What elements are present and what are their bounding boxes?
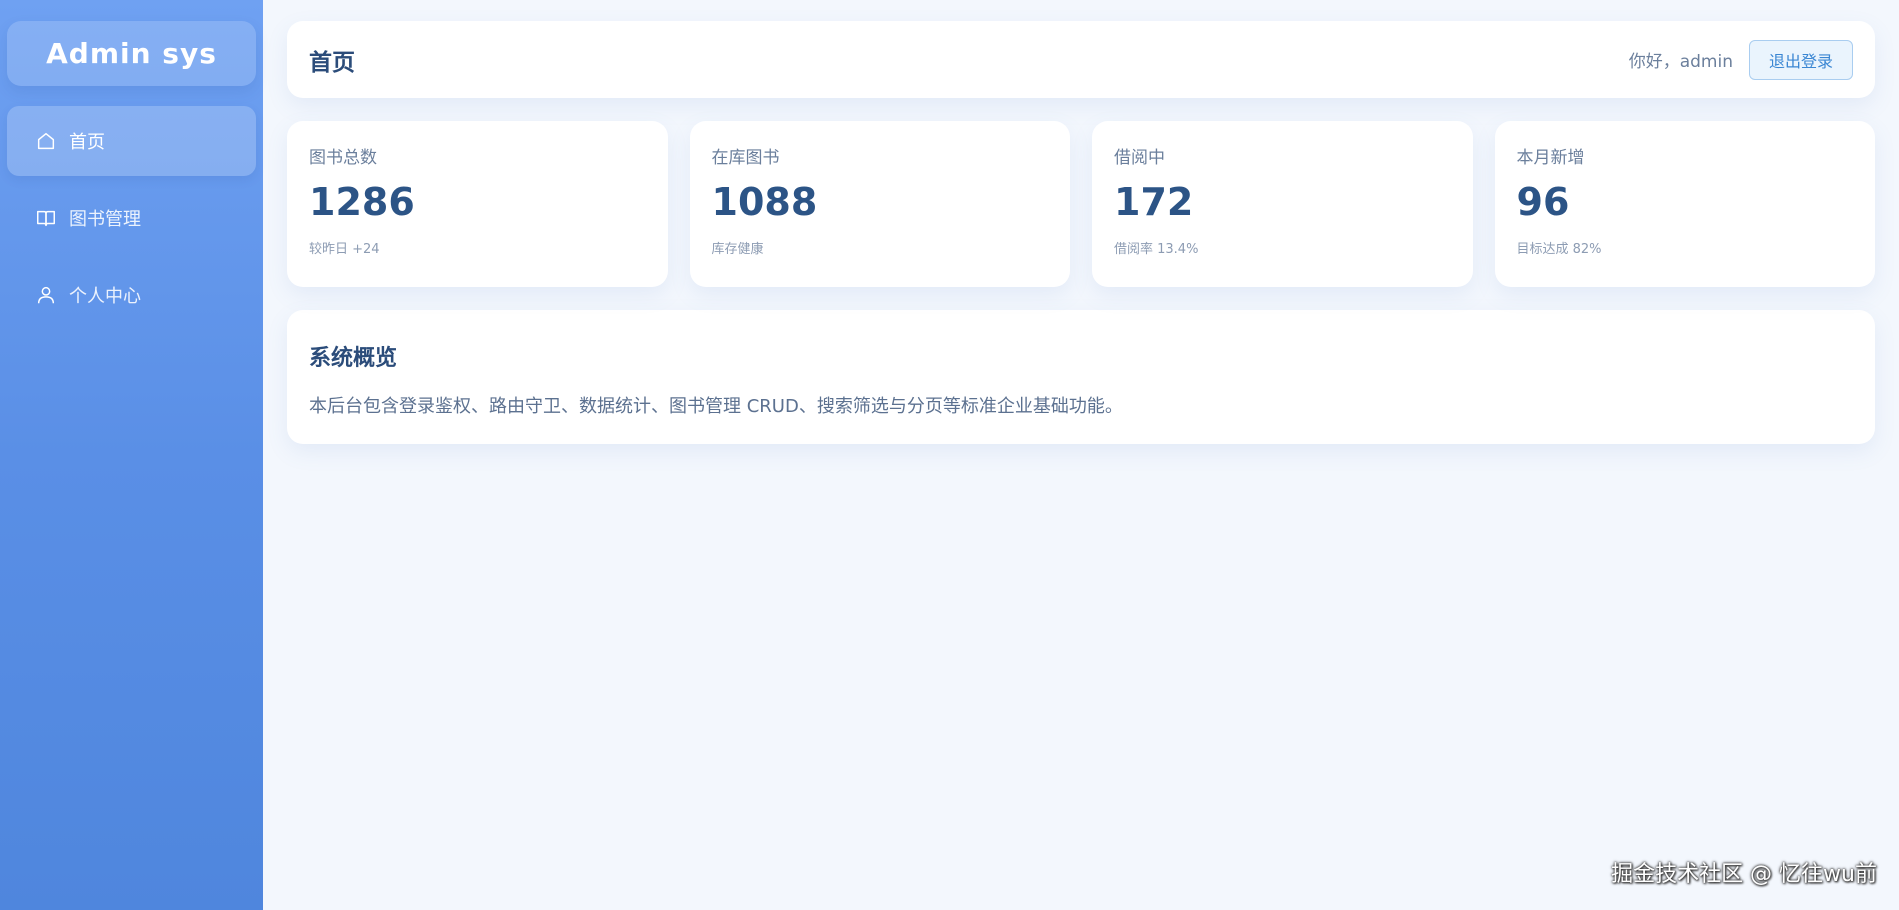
stat-card-borrowed: 借阅中 172 借阅率 13.4% — [1092, 121, 1473, 287]
page-title: 首页 — [309, 49, 355, 76]
user-icon — [35, 284, 57, 306]
stat-label: 本月新增 — [1516, 148, 1585, 168]
stat-note: 库存健康 — [711, 241, 764, 257]
stat-note: 目标达成 82% — [1516, 241, 1602, 257]
stat-card-new-this-month: 本月新增 96 目标达成 82% — [1494, 121, 1875, 287]
stat-card-in-stock: 在库图书 1088 库存健康 — [689, 121, 1070, 287]
sidebar-item-profile[interactable]: 个人中心 — [7, 260, 256, 330]
stat-note: 借阅率 13.4% — [1114, 241, 1199, 257]
sidebar-nav: 首页 图书管理 个人中心 — [7, 106, 256, 330]
sidebar-item-label: 个人中心 — [69, 286, 141, 307]
stat-value: 172 — [1114, 180, 1194, 224]
user-area: 你好，admin 退出登录 — [1628, 39, 1853, 80]
sidebar-item-label: 图书管理 — [69, 209, 141, 230]
user-greeting: 你好，admin — [1628, 52, 1733, 72]
stats-row: 图书总数 1286 较昨日 +24 在库图书 1088 库存健康 借阅中 172… — [287, 121, 1875, 287]
logout-button[interactable]: 退出登录 — [1748, 39, 1853, 80]
sidebar: Admin sys 首页 图书管理 个人中心 — [0, 0, 263, 910]
brand-logo: Admin sys — [7, 21, 256, 86]
sidebar-item-books[interactable]: 图书管理 — [7, 183, 256, 253]
overview-title: 系统概览 — [309, 346, 398, 371]
home-icon — [35, 130, 57, 152]
stat-label: 借阅中 — [1114, 148, 1165, 168]
stat-note: 较昨日 +24 — [309, 241, 380, 257]
stat-label: 在库图书 — [711, 148, 780, 168]
top-bar: 首页 你好，admin 退出登录 — [287, 21, 1875, 98]
stat-value: 1286 — [309, 180, 415, 224]
sidebar-item-home[interactable]: 首页 — [7, 106, 256, 176]
watermark: 掘金技术社区 @ 忆往wu前 — [1611, 862, 1877, 887]
overview-text: 本后台包含登录鉴权、路由守卫、数据统计、图书管理 CRUD、搜索筛选与分页等标准… — [309, 396, 1123, 417]
system-overview-card: 系统概览 本后台包含登录鉴权、路由守卫、数据统计、图书管理 CRUD、搜索筛选与… — [287, 310, 1875, 444]
sidebar-item-label: 首页 — [69, 132, 105, 153]
stat-value: 1088 — [711, 180, 818, 224]
stat-value: 96 — [1516, 180, 1570, 224]
stat-label: 图书总数 — [309, 148, 377, 168]
main-content: 首页 你好，admin 退出登录 图书总数 1286 较昨日 +24 在库图书 … — [263, 0, 1899, 910]
book-icon — [35, 207, 57, 229]
stat-card-total-books: 图书总数 1286 较昨日 +24 — [287, 121, 668, 287]
